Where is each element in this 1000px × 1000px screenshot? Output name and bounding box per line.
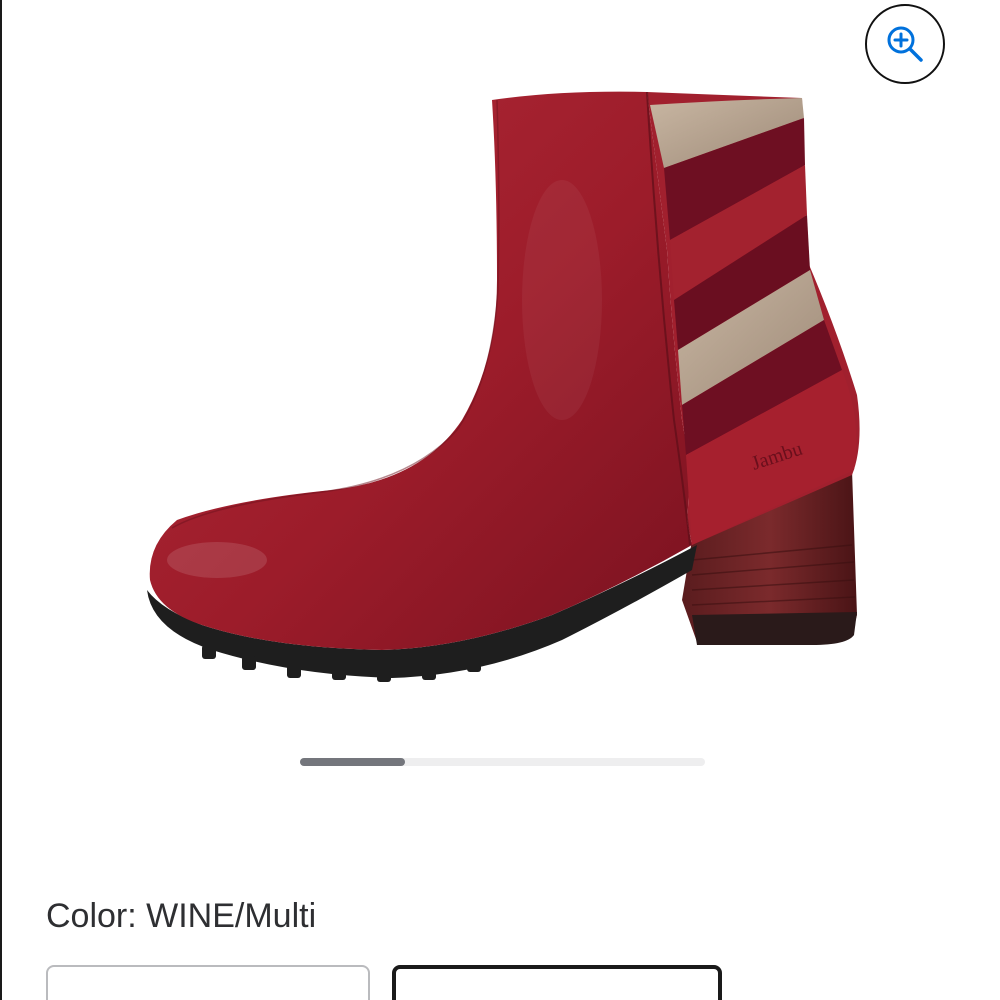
color-label: Color: WINE/Multi	[46, 897, 317, 935]
swatch-option-2-selected[interactable]	[392, 965, 722, 1000]
zoom-button[interactable]	[865, 4, 945, 84]
zoom-in-icon	[887, 26, 923, 62]
image-carousel-scrollbar[interactable]	[300, 758, 705, 766]
swatch-option-1[interactable]	[46, 965, 370, 1000]
carousel-scroll-thumb[interactable]	[300, 758, 406, 766]
product-image[interactable]: Jambu	[132, 80, 872, 700]
product-page: Jambu Color: WINE/Multi	[0, 0, 1000, 1000]
